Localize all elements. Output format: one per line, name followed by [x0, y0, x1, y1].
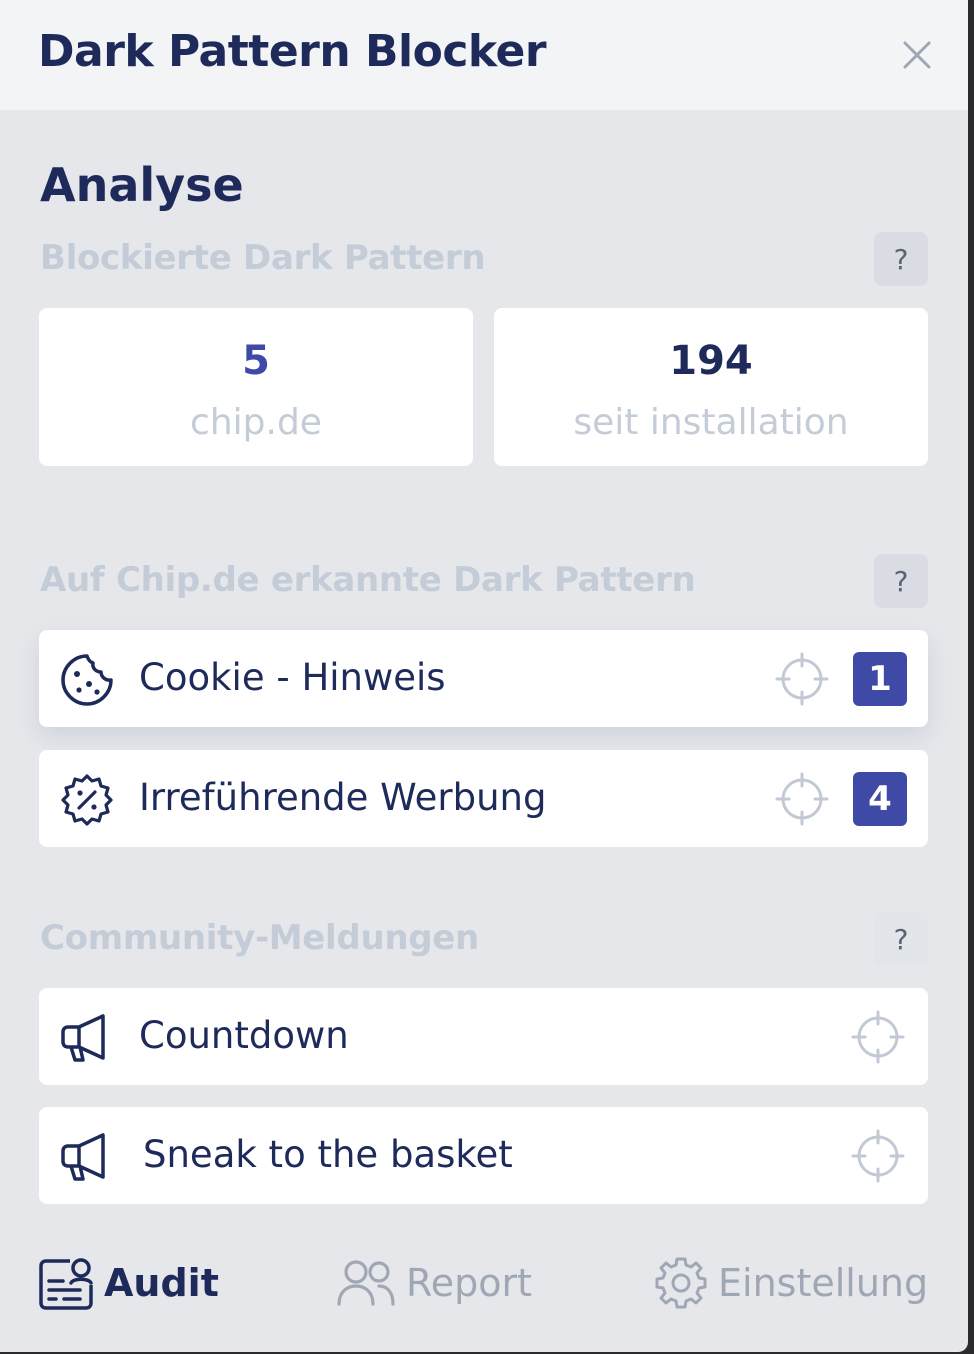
- detected-item-label: Irreführende Werbung: [139, 776, 547, 819]
- community-item-sneak-to-basket[interactable]: Sneak to the basket: [39, 1107, 928, 1204]
- cookie-icon: [61, 654, 113, 706]
- community-heading: Community-Meldungen: [40, 918, 479, 958]
- audit-icon: [39, 1258, 93, 1310]
- blocked-help-button[interactable]: ?: [874, 232, 928, 286]
- crosshair-icon[interactable]: [851, 1010, 905, 1064]
- megaphone-icon: [61, 1133, 105, 1181]
- nav-settings[interactable]: Einstellung: [654, 1250, 928, 1316]
- detected-heading: Auf Chip.de erkannte Dark Pattern: [40, 560, 696, 600]
- extension-panel: Dark Pattern Blocker Analyse Blockierte …: [0, 0, 968, 1352]
- detected-item-label: Cookie - Hinweis: [139, 656, 446, 699]
- total-label: seit installation: [573, 402, 849, 443]
- detected-item-misleading-ads[interactable]: Irreführende Werbung 4: [39, 750, 928, 847]
- discount-badge-icon: [61, 774, 113, 826]
- detected-help-button[interactable]: ?: [874, 554, 928, 608]
- close-button[interactable]: [896, 34, 938, 76]
- analysis-title: Analyse: [40, 158, 244, 212]
- crosshair-icon[interactable]: [775, 652, 829, 706]
- crosshair-icon[interactable]: [851, 1129, 905, 1183]
- detected-count-badge: 1: [853, 652, 907, 706]
- users-icon: [337, 1260, 395, 1306]
- gear-icon: [655, 1257, 707, 1309]
- crosshair-icon[interactable]: [775, 772, 829, 826]
- nav-settings-label: Einstellung: [718, 1261, 929, 1305]
- megaphone-icon: [61, 1014, 105, 1062]
- panel-header: Dark Pattern Blocker: [0, 0, 968, 110]
- total-blocked-count: 194: [669, 338, 753, 384]
- nav-audit[interactable]: Audit: [38, 1250, 219, 1316]
- site-blocked-count: 5: [242, 338, 270, 384]
- site-label: chip.de: [190, 402, 322, 443]
- community-item-label: Countdown: [139, 1014, 349, 1057]
- site-stat-card: 5 chip.de: [39, 308, 473, 466]
- nav-report-label: Report: [406, 1261, 532, 1305]
- detected-count-badge: 4: [853, 772, 907, 826]
- community-item-countdown[interactable]: Countdown: [39, 988, 928, 1085]
- detected-item-cookie[interactable]: Cookie - Hinweis 1: [39, 630, 928, 727]
- nav-audit-label: Audit: [104, 1261, 219, 1305]
- community-item-label: Sneak to the basket: [143, 1133, 513, 1176]
- nav-report[interactable]: Report: [336, 1250, 532, 1316]
- total-stat-card: 194 seit installation: [494, 308, 928, 466]
- blocked-heading: Blockierte Dark Pattern: [40, 238, 486, 278]
- close-icon: [903, 41, 931, 69]
- community-help-button[interactable]: ?: [874, 912, 928, 966]
- app-title: Dark Pattern Blocker: [38, 26, 547, 77]
